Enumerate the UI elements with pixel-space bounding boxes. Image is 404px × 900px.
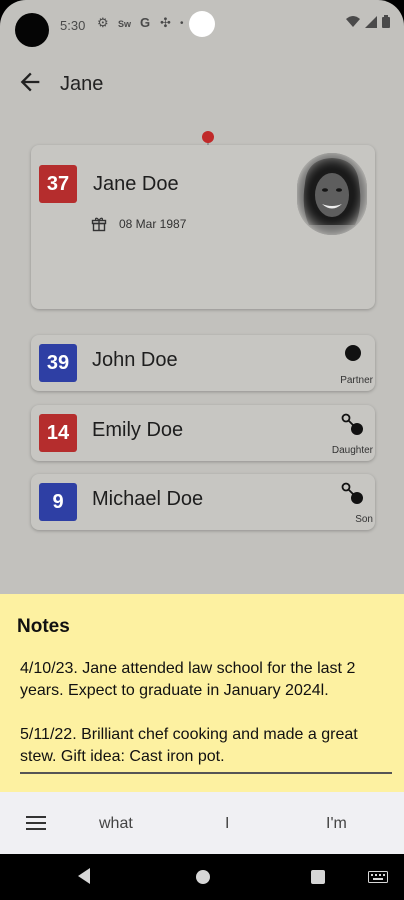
relation-label: Daughter [331,445,373,456]
notes-title: Notes [17,616,70,637]
birthday-date: 08 Mar 1987 [119,217,187,231]
camera-cutout [15,13,49,47]
wifi-icon [346,15,360,27]
suggestion-i[interactable]: I [225,815,229,833]
keyboard-suggestion-bar: what I I'm [0,792,404,854]
age-badge: 39 [39,344,77,382]
main-contact-card[interactable]: 37 Jane Doe 08 Mar 1987 [31,145,375,309]
notes-sheet: Notes 4/10/23. Jane attended law school … [0,594,404,794]
child-icon [341,413,363,435]
relation-card-emily[interactable]: 14 Emily Doe Daughter [31,405,375,461]
settings-icon: ⚙ [97,15,109,30]
menu-icon[interactable] [26,816,46,830]
gift-icon [91,217,107,232]
relation-name: Emily Doe [92,419,184,441]
signal-icon [365,15,377,28]
relation-card-michael[interactable]: 9 Michael Doe Son [31,474,375,530]
nav-recents-icon[interactable] [311,870,325,884]
child-icon [341,482,363,504]
swiftkey-icon: Sw [118,19,132,29]
pinwheel-icon: ✣ [160,15,171,30]
google-icon: G [140,15,151,30]
navigation-bar [0,854,404,900]
partner-icon [345,345,361,361]
relation-name: Michael Doe [92,488,204,510]
relation-card-john[interactable]: 39 John Doe Partner [31,335,375,391]
dot-icon: • [180,18,184,29]
age-value: 37 [46,172,70,195]
notes-input[interactable]: 4/10/23. Jane attended law school for th… [20,658,392,774]
age-badge: 14 [39,414,77,452]
touch-indicator [189,11,215,37]
back-arrow-icon[interactable] [16,68,44,96]
age-badge: 9 [39,483,77,521]
status-time: 5:30 [60,18,86,33]
battery-icon [382,15,390,28]
age-value: 39 [46,351,70,374]
app-bar: Jane [0,60,404,108]
nav-back-icon[interactable] [78,868,90,884]
age-value: 9 [52,490,64,513]
keyboard-icon[interactable] [368,871,388,883]
suggestion-what[interactable]: what [99,815,133,833]
age-value: 14 [46,421,70,444]
contact-name: Jane Doe [93,173,179,195]
suggestion-im[interactable]: I'm [326,815,347,833]
page-title: Jane [60,73,104,95]
nav-home-icon[interactable] [196,870,210,884]
relation-name: John Doe [92,349,178,371]
age-badge: 37 [39,165,77,203]
screen: 5:30 ⚙ Sw G ✣ • Jane 37 Jane Doe 08 Mar … [0,0,404,900]
relation-label: Partner [340,375,373,386]
pin-icon [202,131,214,143]
status-bar: 5:30 ⚙ Sw G ✣ • [0,0,404,48]
relation-label: Son [355,514,373,525]
avatar[interactable] [297,153,367,235]
